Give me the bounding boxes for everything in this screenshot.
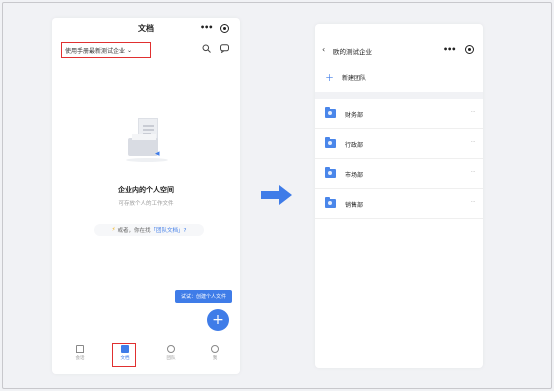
empty-state-illustration: ◂ (124, 118, 172, 164)
new-team-button[interactable]: ＋ 新建团队 (325, 71, 366, 84)
tab-me[interactable]: 我 (202, 345, 228, 361)
team-docs-link[interactable]: 「团队文档」? (150, 226, 186, 234)
home-icon (76, 345, 84, 353)
tab-label: 我 (212, 356, 218, 361)
header: ‹ 欧的测试企业 ••• (315, 24, 483, 72)
team-folder-icon (325, 137, 336, 148)
back-icon[interactable]: ‹ (322, 45, 325, 54)
lightning-icon: ⚡ (111, 227, 116, 233)
tray-illustration (128, 138, 158, 156)
add-button[interactable]: + (207, 309, 229, 331)
department-name: 财务部 (345, 112, 364, 119)
new-team-label: 新建团队 (342, 75, 367, 82)
close-target-icon[interactable] (220, 24, 229, 33)
list-item-sales[interactable]: 销售部 ··· (315, 189, 483, 219)
profile-icon (211, 345, 219, 353)
team-icon (167, 345, 175, 353)
more-options-icon[interactable]: ··· (471, 169, 476, 176)
title-bar: 文档 ••• (52, 18, 240, 40)
more-options-icon[interactable]: ··· (471, 199, 476, 206)
team-folder-icon (325, 197, 336, 208)
plus-icon: ＋ (325, 74, 335, 84)
chat-bubble-icon[interactable] (220, 44, 229, 56)
page-title: 欧的测试企业 (333, 48, 372, 56)
space-selector-label: 使用手册最新测试企业 (65, 47, 126, 55)
tab-label: 团队 (166, 356, 176, 361)
list-item-marketing[interactable]: 市场部 ··· (315, 159, 483, 189)
team-folder-icon (325, 107, 336, 118)
divider (315, 92, 483, 99)
tab-conversations[interactable]: 会话 (67, 345, 93, 361)
search-icon[interactable] (202, 44, 211, 56)
team-docs-tip[interactable]: ⚡ 或者，你在找 「团队文档」? (94, 224, 204, 236)
more-menu-icon[interactable]: ••• (200, 23, 213, 32)
more-menu-icon[interactable]: ••• (443, 45, 456, 54)
more-options-icon[interactable]: ··· (471, 109, 476, 116)
more-options-icon[interactable]: ··· (471, 139, 476, 146)
close-target-icon[interactable] (465, 45, 474, 54)
tip-text: 或者，你在找 (117, 228, 151, 234)
list-item-finance[interactable]: 财务部 ··· (315, 99, 483, 129)
company-teams-screen: ‹ 欧的测试企业 ••• ＋ 新建团队 财务部 ··· 行政部 ··· 市场部 … (315, 24, 483, 368)
space-selector-dropdown[interactable]: 使用手册最新测试企业 ⌄ (61, 42, 151, 58)
tab-team[interactable]: 团队 (158, 345, 184, 361)
bottom-tab-bar: 会话 文档 团队 我 (52, 343, 240, 369)
tab-label: 会话 (75, 356, 85, 361)
list-item-admin[interactable]: 行政部 ··· (315, 129, 483, 159)
documents-screen: 文档 ••• 使用手册最新测试企业 ⌄ ◂ 企业内的个人空间 可存放个人的工作文… (52, 18, 240, 374)
department-name: 市场部 (345, 172, 364, 179)
chevron-down-icon: ⌄ (127, 46, 133, 54)
department-name: 销售部 (345, 202, 364, 209)
right-arrow-icon (261, 185, 292, 205)
empty-state-title: 企业内的个人空间 (118, 186, 174, 194)
highlight-box (112, 343, 136, 367)
team-folder-icon (325, 167, 336, 178)
create-file-tooltip: 试试：创建个人文件 (175, 290, 232, 303)
department-name: 行政部 (345, 142, 364, 149)
empty-state-subtitle: 可存放个人的工作文件 (118, 201, 174, 207)
